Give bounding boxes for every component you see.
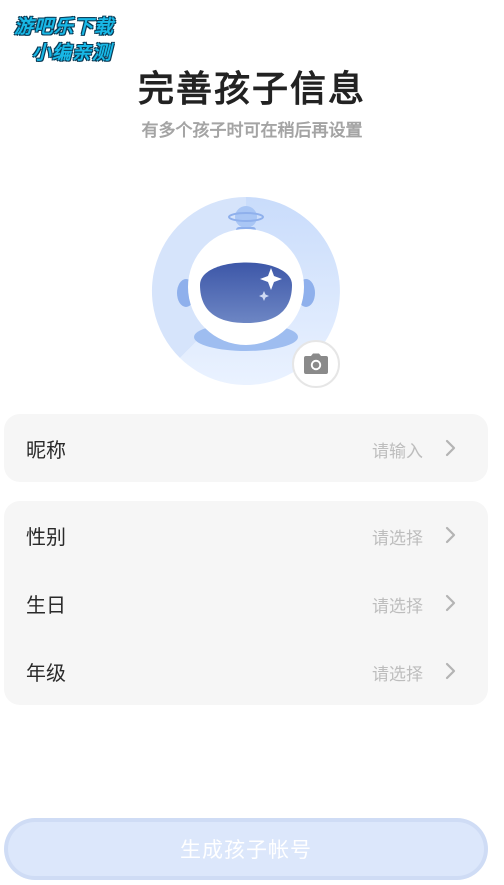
chevron-right-icon: [445, 526, 456, 544]
gender-row[interactable]: 性别 请选择: [4, 501, 488, 569]
birthday-label: 生日: [26, 593, 66, 617]
nickname-label: 昵称: [26, 438, 66, 462]
create-account-button[interactable]: 生成孩子帐号: [4, 818, 488, 880]
watermark-line-1: 游吧乐下载: [14, 16, 115, 38]
camera-button[interactable]: [292, 340, 340, 388]
grade-select[interactable]: 请选择: [372, 660, 423, 685]
page-title: 完善孩子信息: [137, 69, 366, 110]
chevron-right-icon: [445, 662, 456, 680]
gender-label: 性别: [26, 525, 66, 549]
nickname-row[interactable]: 昵称 请输入: [4, 414, 488, 482]
create-account-label: 生成孩子帐号: [8, 822, 484, 876]
grade-row[interactable]: 年级 请选择: [4, 637, 488, 705]
info-card: 性别 请选择 生日 请选择 年级 请选择: [4, 501, 488, 705]
birthday-row[interactable]: 生日 请选择: [4, 569, 488, 637]
watermark-logo: 游吧乐下载 小编亲测: [10, 8, 150, 68]
page-subtitle: 有多个孩子时可在稍后再设置: [141, 121, 363, 141]
nickname-input[interactable]: 请输入: [372, 437, 423, 462]
nickname-card: 昵称 请输入: [4, 414, 488, 482]
birthday-select[interactable]: 请选择: [372, 592, 423, 617]
camera-icon: [304, 353, 328, 374]
grade-label: 年级: [26, 661, 66, 685]
chevron-right-icon: [445, 439, 456, 457]
chevron-right-icon: [445, 594, 456, 612]
gender-select[interactable]: 请选择: [372, 524, 423, 549]
